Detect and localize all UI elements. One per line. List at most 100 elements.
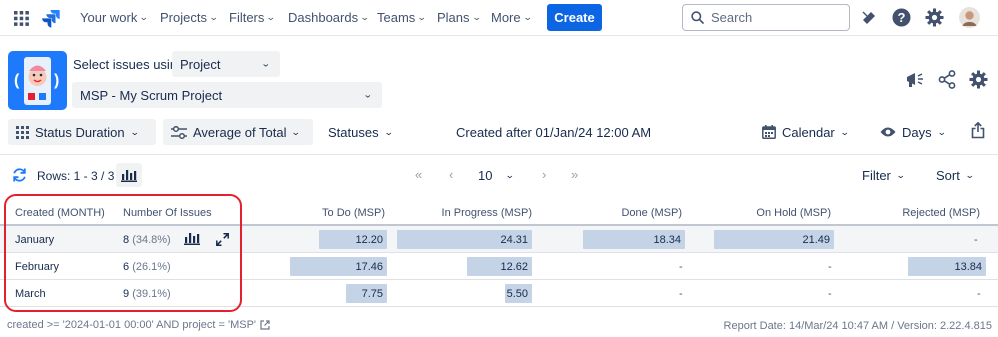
nav-plans-label: Plans bbox=[437, 10, 470, 25]
nav-your-work[interactable]: Your work ⌄ bbox=[80, 10, 150, 25]
notifications-icon[interactable] bbox=[861, 10, 877, 26]
project-select[interactable]: MSP - My Scrum Project ⌄ bbox=[72, 82, 382, 108]
select-issues-label: Select issues using bbox=[73, 57, 185, 72]
chevron-down-icon: ⌄ bbox=[936, 126, 947, 137]
prev-page-button[interactable]: ‹ bbox=[449, 167, 453, 182]
nav-dashboards[interactable]: Dashboards ⌄ bbox=[288, 10, 370, 25]
source-select[interactable]: Project ⌄ bbox=[172, 51, 280, 77]
average-of-total-dropdown[interactable]: Average of Total ⌄ bbox=[163, 119, 313, 145]
user-avatar[interactable] bbox=[959, 7, 980, 28]
chevron-down-icon: ⌄ bbox=[964, 169, 975, 180]
calendar-label: Calendar bbox=[782, 124, 835, 140]
chevron-down-icon: ⌄ bbox=[522, 12, 533, 22]
settings-gear-icon[interactable] bbox=[969, 70, 988, 89]
chevron-down-icon: ⌄ bbox=[291, 126, 302, 137]
rejected-cell: - bbox=[977, 288, 981, 300]
nav-more[interactable]: More ⌄ bbox=[491, 10, 533, 25]
export-icon[interactable] bbox=[971, 122, 985, 139]
chevron-down-icon: ⌄ bbox=[505, 169, 516, 180]
chevron-down-icon: ⌄ bbox=[417, 12, 427, 22]
created-filter-text[interactable]: Created after 01/Jan/24 12:00 AM bbox=[456, 125, 651, 140]
calendar-icon bbox=[762, 125, 776, 139]
header-on-hold[interactable]: On Hold (MSP) bbox=[731, 207, 831, 219]
divider bbox=[0, 154, 998, 155]
top-navigation: Your work ⌄ Projects ⌄ Filters ⌄ Dashboards… bbox=[0, 0, 998, 36]
chevron-down-icon: ⌄ bbox=[839, 126, 850, 137]
help-icon[interactable]: ? bbox=[892, 8, 911, 27]
on-hold-cell: - bbox=[828, 261, 832, 273]
nav-dashboards-label: Dashboards bbox=[288, 10, 359, 25]
rows-count: Rows: 1 - 3 / 3 bbox=[37, 169, 115, 183]
search-input[interactable]: Search bbox=[682, 4, 850, 31]
in-progress-bar: 5.50 bbox=[505, 284, 532, 303]
days-label: Days bbox=[902, 124, 932, 140]
chevron-down-icon: ⌄ bbox=[266, 12, 277, 22]
share-icon[interactable] bbox=[938, 70, 956, 89]
filter-label: Filter bbox=[862, 167, 891, 183]
sort-dropdown[interactable]: Sort ⌄ bbox=[928, 163, 981, 187]
bar-chart-icon bbox=[121, 169, 137, 182]
announcement-icon[interactable] bbox=[905, 71, 925, 89]
status-duration-label: Status Duration bbox=[35, 124, 125, 140]
grid-icon bbox=[16, 125, 29, 139]
jql-text: created >= '2024-01-01 00:00' AND projec… bbox=[7, 319, 257, 331]
chevron-down-icon: ⌄ bbox=[895, 169, 906, 180]
done-cell: - bbox=[679, 261, 683, 273]
report-info: Report Date: 14/Mar/24 10:47 AM / Versio… bbox=[723, 320, 992, 332]
statuses-dropdown[interactable]: Statuses ⌄ bbox=[320, 119, 400, 145]
header-to-do[interactable]: To Do (MSP) bbox=[287, 207, 385, 219]
first-page-button[interactable]: « bbox=[415, 167, 422, 182]
chevron-down-icon: ⌄ bbox=[129, 126, 140, 137]
chart-toggle-button[interactable] bbox=[116, 163, 142, 187]
page-size-value: 10 bbox=[478, 167, 493, 183]
in-progress-bar: 12.62 bbox=[467, 257, 532, 276]
jira-logo-icon[interactable] bbox=[41, 8, 61, 28]
app-switcher-icon[interactable] bbox=[14, 11, 29, 26]
to-do-bar: 7.75 bbox=[346, 284, 387, 303]
time-in-status-logo-icon: ( ) bbox=[14, 57, 59, 105]
chevron-down-icon: ⌄ bbox=[363, 89, 374, 100]
sort-label: Sort bbox=[936, 167, 960, 183]
settings-gear-icon[interactable] bbox=[925, 8, 944, 27]
search-icon bbox=[691, 11, 704, 24]
source-select-value: Project bbox=[180, 56, 221, 72]
eye-icon bbox=[880, 127, 896, 137]
create-button[interactable]: Create bbox=[547, 4, 602, 31]
calendar-dropdown[interactable]: Calendar ⌄ bbox=[754, 119, 856, 145]
search-placeholder: Search bbox=[711, 10, 753, 25]
nav-filters[interactable]: Filters ⌄ bbox=[229, 10, 277, 25]
status-duration-dropdown[interactable]: Status Duration ⌄ bbox=[8, 119, 156, 145]
nav-your-work-label: Your work bbox=[80, 10, 138, 25]
chevron-down-icon: ⌄ bbox=[471, 12, 482, 22]
nav-more-label: More bbox=[491, 10, 521, 25]
external-link-icon bbox=[260, 320, 270, 330]
nav-teams-label: Teams bbox=[377, 10, 416, 25]
done-cell: - bbox=[679, 288, 683, 300]
nav-projects[interactable]: Projects ⌄ bbox=[160, 10, 219, 25]
sliders-icon bbox=[171, 125, 187, 139]
page-size-select[interactable]: 10 ⌄ bbox=[470, 163, 528, 187]
next-page-button[interactable]: › bbox=[542, 167, 546, 182]
average-of-total-label: Average of Total bbox=[193, 124, 287, 140]
chevron-down-icon: ⌄ bbox=[261, 58, 272, 69]
last-page-button[interactable]: » bbox=[571, 167, 578, 182]
chevron-down-icon: ⌄ bbox=[139, 12, 150, 22]
highlight-annotation bbox=[4, 194, 242, 312]
filter-dropdown[interactable]: Filter ⌄ bbox=[854, 163, 912, 187]
svg-text:): ) bbox=[54, 72, 59, 89]
chevron-down-icon: ⌄ bbox=[208, 12, 219, 22]
nav-plans[interactable]: Plans ⌄ bbox=[437, 10, 482, 25]
header-rejected[interactable]: Rejected (MSP) bbox=[880, 207, 980, 219]
header-done[interactable]: Done (MSP) bbox=[582, 207, 682, 219]
days-dropdown[interactable]: Days ⌄ bbox=[872, 119, 953, 145]
refresh-icon[interactable] bbox=[12, 167, 27, 183]
on-hold-bar: 21.49 bbox=[714, 230, 834, 249]
svg-text:?: ? bbox=[898, 10, 906, 25]
statuses-label: Statuses bbox=[328, 124, 379, 140]
header-in-progress[interactable]: In Progress (MSP) bbox=[430, 207, 532, 219]
chevron-down-icon: ⌄ bbox=[383, 126, 394, 137]
chevron-down-icon: ⌄ bbox=[359, 12, 370, 22]
jql-query[interactable]: created >= '2024-01-01 00:00' AND projec… bbox=[7, 319, 270, 331]
to-do-bar: 12.20 bbox=[319, 230, 387, 249]
nav-teams[interactable]: Teams ⌄ bbox=[377, 10, 427, 25]
